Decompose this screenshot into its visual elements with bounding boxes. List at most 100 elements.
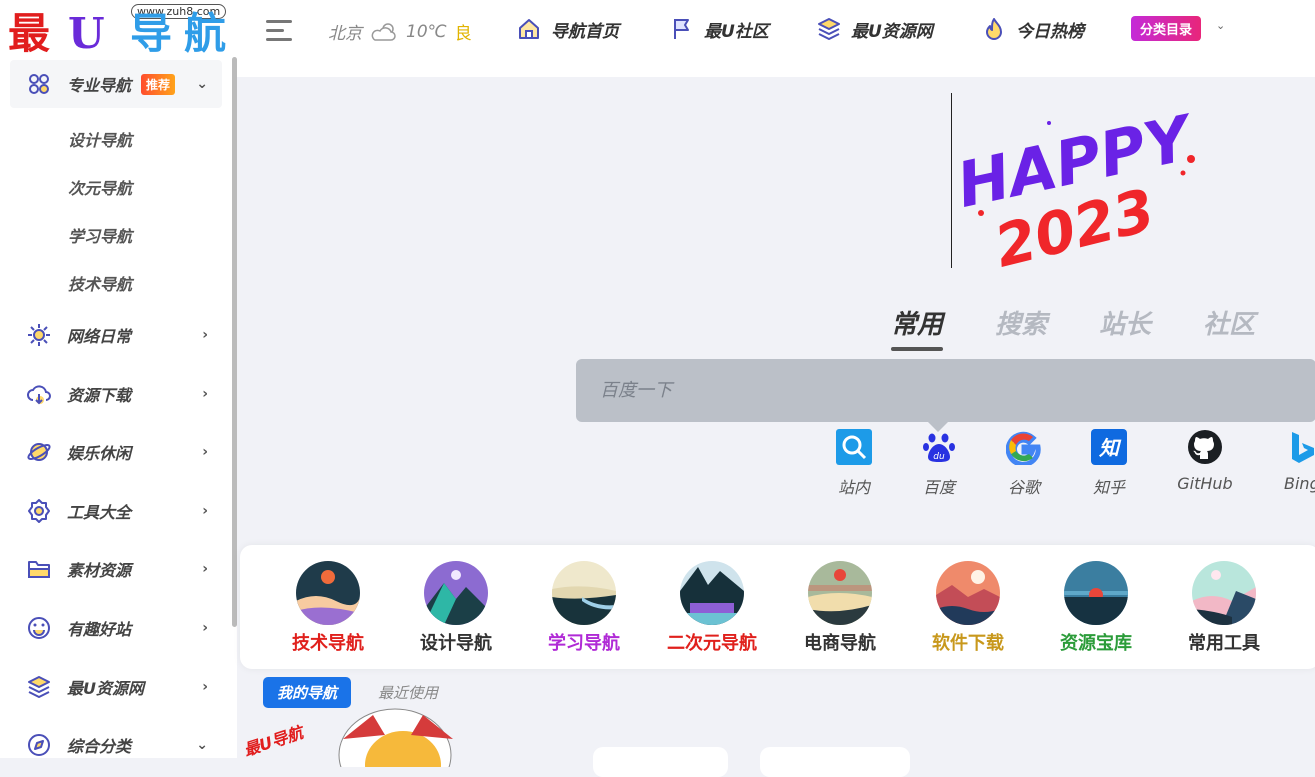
folder-icon — [24, 554, 54, 584]
engine-label: GitHub — [1177, 474, 1233, 493]
zhihu-icon: 知 — [1091, 429, 1127, 465]
chevron-down-icon: ⌄ — [196, 76, 208, 92]
category-label: 学习导航 — [548, 633, 620, 654]
search-tabs: 常用 搜索 站长 社区 — [891, 304, 1255, 351]
sidebar-item-fun[interactable]: 有趣好站 › — [10, 604, 222, 652]
site-logo[interactable]: www.zuh8.com 最 U 导 航 — [8, 4, 233, 58]
sidebar-item-entertainment[interactable]: 娱乐休闲 › — [10, 428, 222, 476]
engine-label: 站内 — [837, 478, 870, 497]
sidebar-item-zuiu-resources[interactable]: 最U资源网 › — [10, 663, 222, 711]
sidebar-item-general[interactable]: 综合分类 ⌄ — [10, 721, 222, 769]
logo-char-2: U — [68, 9, 105, 58]
category-label: 电商导航 — [804, 633, 876, 654]
category-label: 常用工具 — [1188, 633, 1260, 654]
tab-community[interactable]: 社区 — [1203, 304, 1255, 341]
sidebar-subitem[interactable]: 次元导航 — [68, 175, 132, 199]
github-icon — [1187, 429, 1223, 465]
sidebar-item-tools[interactable]: 工具大全 › — [10, 487, 222, 535]
category-image — [424, 561, 488, 625]
category-label: 软件下载 — [932, 633, 1004, 654]
category-item[interactable]: 学习导航 — [520, 561, 648, 655]
recommend-badge: 推荐 — [141, 73, 176, 95]
engine-label: 百度 — [922, 478, 955, 497]
nav-home[interactable]: 导航首页 — [516, 16, 619, 42]
sidebar-subitem[interactable]: 技术导航 — [68, 271, 132, 295]
flag-icon — [674, 19, 689, 39]
engine-site[interactable]: 站内 — [819, 429, 889, 498]
sidebar-item-label: 有趣好站 — [67, 620, 132, 639]
category-image — [1064, 561, 1128, 625]
svg-text:最U导航: 最U导航 — [243, 722, 308, 760]
chevron-right-icon: › — [202, 620, 208, 636]
chevron-right-icon: › — [202, 503, 208, 519]
layers-icon — [818, 18, 840, 40]
category-item[interactable]: 设计导航 — [392, 561, 520, 655]
engine-label: 知乎 — [1092, 478, 1125, 497]
logo-char-4: 航 — [184, 9, 227, 58]
nav-resources[interactable]: 最U资源网 — [816, 16, 933, 42]
logo-char-3: 导 — [130, 9, 173, 58]
category-item[interactable]: 技术导航 — [264, 561, 392, 655]
category-image — [936, 561, 1000, 625]
engine-github[interactable]: GitHub — [1170, 429, 1240, 493]
happy-2023-banner: HAPPY 2023 — [951, 100, 1201, 268]
category-button[interactable]: 分类目录 — [1131, 16, 1202, 41]
cloud-sun-icon — [371, 22, 396, 41]
search-input[interactable] — [576, 359, 1315, 422]
tab-webmaster[interactable]: 站长 — [1099, 304, 1151, 341]
sidebar-item-label: 综合分类 — [67, 737, 132, 756]
category-item[interactable]: 电商导航 — [776, 561, 904, 655]
weather-city: 北京 — [328, 24, 362, 44]
category-image — [296, 561, 360, 625]
sidebar-item-label: 专业导航 — [67, 76, 132, 95]
engine-google[interactable]: 谷歌 — [989, 429, 1059, 498]
sidebar-item-materials[interactable]: 素材资源 › — [10, 545, 222, 593]
category-item[interactable]: 软件下载 — [904, 561, 1032, 655]
planet-icon — [24, 437, 54, 467]
engine-baidu[interactable]: du 百度 — [904, 429, 974, 498]
nav-community[interactable]: 最U社区 — [669, 16, 769, 42]
compass-icon — [24, 730, 54, 760]
sidebar-item-label: 网络日常 — [67, 327, 132, 346]
grid-icon — [24, 69, 54, 99]
sidebar-item-daily[interactable]: 网络日常 › — [10, 311, 222, 359]
sidebar-subitem[interactable]: 设计导航 — [68, 127, 132, 151]
chevron-right-icon: › — [202, 386, 208, 402]
nav-card[interactable] — [593, 747, 728, 777]
sidebar-item-label: 工具大全 — [67, 503, 132, 522]
engine-label: Bing — [1284, 474, 1315, 493]
sidebar-item-downloads[interactable]: 资源下载 › — [10, 370, 222, 418]
google-icon — [1006, 429, 1042, 465]
weather-widget[interactable]: 北京 10℃ 良 — [328, 19, 472, 45]
engine-label: 谷歌 — [1007, 478, 1040, 497]
sidebar-item-label: 最U资源网 — [67, 679, 144, 698]
search-box — [576, 359, 1315, 422]
svg-text:知: 知 — [1098, 436, 1122, 460]
nav-card[interactable] — [760, 747, 910, 777]
category-item[interactable]: 二次元导航 — [648, 561, 776, 655]
air-quality: 良 — [454, 24, 472, 44]
weather-temp: 10℃ — [406, 21, 447, 42]
logo-char-1: 最 — [8, 9, 51, 58]
engine-bing[interactable]: Bing — [1268, 429, 1315, 493]
sidebar-item-pro-nav[interactable]: 专业导航 推荐 ⌄ — [10, 60, 222, 108]
nav-hot[interactable]: 今日热榜 — [981, 16, 1084, 42]
category-image — [1192, 561, 1256, 625]
sidebar-scrollbar[interactable] — [232, 57, 237, 627]
category-label: 二次元导航 — [667, 633, 757, 654]
category-card: 技术导航 设计导航 学习导航 二次元导航 电商导航 软件下载 资源宝库 常用工具 — [240, 545, 1315, 669]
category-image — [680, 561, 744, 625]
tab-search[interactable]: 搜索 — [995, 304, 1047, 341]
engine-zhihu[interactable]: 知 知乎 — [1074, 429, 1144, 498]
cloud-download-icon — [24, 379, 54, 409]
search-icon — [836, 429, 872, 465]
sidebar-subitem[interactable]: 学习导航 — [68, 223, 132, 247]
tab-common[interactable]: 常用 — [891, 304, 944, 351]
category-item[interactable]: 常用工具 — [1160, 561, 1288, 655]
menu-toggle-icon[interactable] — [266, 20, 292, 42]
layers-icon — [24, 672, 54, 702]
category-label: 资源宝库 — [1060, 633, 1132, 654]
chevron-down-icon[interactable]: ⌄ — [1216, 19, 1225, 32]
category-item[interactable]: 资源宝库 — [1032, 561, 1160, 655]
sidebar-item-label: 素材资源 — [67, 561, 132, 580]
